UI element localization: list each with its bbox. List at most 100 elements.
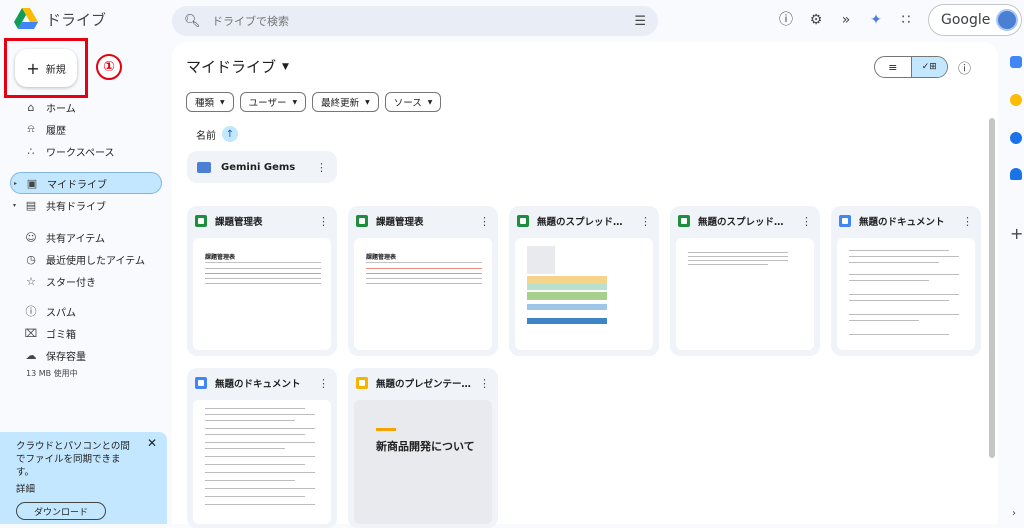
sidebar-nav-primary: ⌂ ホーム ⍾ 履歴 ∴ ワークスペース — [10, 96, 162, 162]
grid-view-button[interactable]: ✓⊞ — [910, 57, 947, 77]
more-icon[interactable]: ⋮ — [318, 377, 329, 390]
caret-down-icon: ▼ — [220, 98, 225, 106]
sidebar-nav-items: ☺ 共有アイテム ◷ 最近使用したアイテム ☆ スター付き — [10, 226, 162, 292]
file-card[interactable]: 無題のドキュメント ⋮ — [187, 368, 337, 528]
apps-icon[interactable]: ∷ — [896, 10, 916, 30]
expand-icon[interactable]: ▾ — [13, 202, 16, 209]
tasks-icon[interactable] — [1010, 132, 1022, 144]
settings-icon[interactable]: ⚙ — [806, 10, 826, 30]
app-title: ドライブ — [46, 10, 107, 29]
sheets-icon — [517, 215, 529, 227]
close-icon[interactable]: ✕ — [147, 436, 157, 450]
page-title[interactable]: マイドライブ ▼ — [186, 56, 289, 77]
file-card[interactable]: 無題のスプレッドシート ⋮ — [509, 206, 659, 356]
view-toggle[interactable]: ≡ ✓⊞ — [874, 56, 948, 78]
keep-icon[interactable] — [1010, 94, 1022, 106]
docs-icon — [839, 215, 851, 227]
new-button-highlight: + 新規 — [4, 38, 88, 98]
filter-chips: 種類 ▼ ユーザー ▼ 最終更新 ▼ ソース ▼ — [186, 92, 442, 112]
sidebar-item-workspace[interactable]: ∴ ワークスペース — [10, 140, 162, 162]
sheets-icon — [356, 215, 368, 227]
slides-icon — [356, 377, 368, 389]
file-thumbnail: 課題管理表 — [193, 238, 331, 350]
more-icon[interactable]: ⋮ — [640, 215, 651, 228]
trash-icon: ⌧ — [24, 326, 38, 340]
more-icon[interactable]: ⋮ — [479, 215, 490, 228]
people-icon: ☺ — [25, 230, 37, 244]
sidebar-item-shared-drives[interactable]: ▾ ▤ 共有ドライブ — [10, 194, 162, 216]
download-button[interactable]: ダウンロード — [16, 502, 106, 520]
new-button[interactable]: + 新規 — [15, 49, 77, 87]
sidebar-item-trash[interactable]: ⌧ ゴミ箱 — [10, 322, 162, 344]
expand-icon[interactable]: ▸ — [14, 180, 17, 187]
sync-promo: クラウドとパソコンとの間でファイルを同期できます。 詳細 ✕ ダウンロード — [0, 432, 167, 524]
search-options-icon[interactable]: ☰ — [634, 14, 646, 29]
my-drive-icon: ▣ — [26, 176, 38, 190]
file-card[interactable]: 無題のドキュメント ⋮ — [831, 206, 981, 356]
folder-item[interactable]: Gemini Gems ⋮ — [187, 151, 337, 183]
sort-control[interactable]: 名前 ↑ — [196, 126, 238, 142]
file-card[interactable]: 課題管理表 ⋮ 課題管理表 — [348, 206, 498, 356]
sidebar-item-spam[interactable]: ⓘ スパム — [10, 300, 162, 322]
file-thumbnail: 課題管理表 — [354, 238, 492, 350]
caret-down-icon: ▼ — [282, 61, 289, 72]
home-icon: ⌂ — [27, 100, 35, 114]
clock-icon: ◷ — [26, 252, 36, 266]
filter-modified[interactable]: 最終更新 ▼ — [312, 92, 379, 112]
gemini-icon[interactable]: ✦ — [866, 10, 886, 30]
more-icon[interactable]: ⋮ — [318, 215, 329, 228]
search-input[interactable] — [212, 14, 635, 28]
sidebar-item-my-drive[interactable]: ▸ ▣ マイドライブ — [10, 172, 162, 194]
info-icon[interactable]: ⓘ — [958, 58, 971, 77]
gemini-shortcut-icon[interactable]: » — [836, 10, 856, 30]
drive-logo[interactable]: ドライブ — [14, 8, 106, 30]
filter-source[interactable]: ソース ▼ — [384, 92, 442, 112]
sync-detail-link[interactable]: 詳細 — [16, 481, 151, 495]
account-button[interactable]: Google — [928, 4, 1022, 36]
more-icon[interactable]: ⋮ — [962, 215, 973, 228]
folder-icon — [197, 161, 211, 173]
sidebar-item-activity[interactable]: ⍾ 履歴 — [10, 118, 162, 140]
file-thumbnail — [193, 400, 331, 524]
sidebar-item-recent[interactable]: ◷ 最近使用したアイテム — [10, 248, 162, 270]
workspace-icon: ∴ — [27, 144, 35, 158]
avatar — [996, 9, 1019, 31]
filter-people[interactable]: ユーザー ▼ — [239, 92, 307, 112]
list-view-button[interactable]: ≡ — [875, 57, 911, 77]
scrollbar[interactable] — [989, 118, 995, 458]
chevron-right-icon[interactable]: › — [1012, 508, 1016, 519]
file-thumbnail: 新商品開発について — [354, 400, 492, 524]
contacts-icon[interactable] — [1010, 168, 1022, 180]
caret-down-icon: ▼ — [292, 98, 298, 106]
cloud-icon: ☁ — [25, 348, 37, 362]
search-icon[interactable]: 🔍︎ — [184, 14, 204, 29]
file-card[interactable]: 無題のプレゼンテーション⋮ 新商品開発について — [348, 368, 498, 528]
sidebar-nav-drives: ▸ ▣ マイドライブ ▾ ▤ 共有ドライブ — [10, 172, 162, 216]
more-icon[interactable]: ⋮ — [479, 377, 490, 390]
sync-message: クラウドとパソコンとの間でファイルを同期できます。 — [16, 441, 130, 478]
search-bar[interactable]: 🔍︎ ☰ — [172, 6, 658, 36]
sheets-icon — [195, 215, 207, 227]
help-icon[interactable]: ⓘ — [776, 10, 796, 30]
sidebar-item-starred[interactable]: ☆ スター付き — [10, 270, 162, 292]
caret-down-icon: ▼ — [427, 98, 433, 106]
add-icon[interactable]: + — [1010, 224, 1023, 243]
sidebar-item-shared[interactable]: ☺ 共有アイテム — [10, 226, 162, 248]
sidebar-item-storage[interactable]: ☁ 保存容量 — [10, 344, 162, 366]
sidebar-item-home[interactable]: ⌂ ホーム — [10, 96, 162, 118]
step-badge: ① — [96, 54, 122, 80]
more-icon[interactable]: ⋮ — [316, 161, 327, 174]
spam-icon: ⓘ — [25, 305, 37, 318]
more-icon[interactable]: ⋮ — [801, 215, 812, 228]
shared-drive-icon: ▤ — [25, 198, 37, 212]
file-thumbnail — [515, 238, 653, 350]
arrow-up-icon[interactable]: ↑ — [222, 126, 238, 142]
calendar-icon[interactable] — [1010, 56, 1022, 68]
file-thumbnail — [676, 238, 814, 350]
filter-type[interactable]: 種類 ▼ — [186, 92, 234, 112]
caret-down-icon: ▼ — [365, 98, 370, 106]
bell-icon: ⍾ — [27, 122, 35, 135]
file-card[interactable]: 課題管理表 ⋮ 課題管理表 — [187, 206, 337, 356]
file-card[interactable]: 無題のスプレッドシート ⋮ — [670, 206, 820, 356]
sheets-icon — [678, 215, 690, 227]
